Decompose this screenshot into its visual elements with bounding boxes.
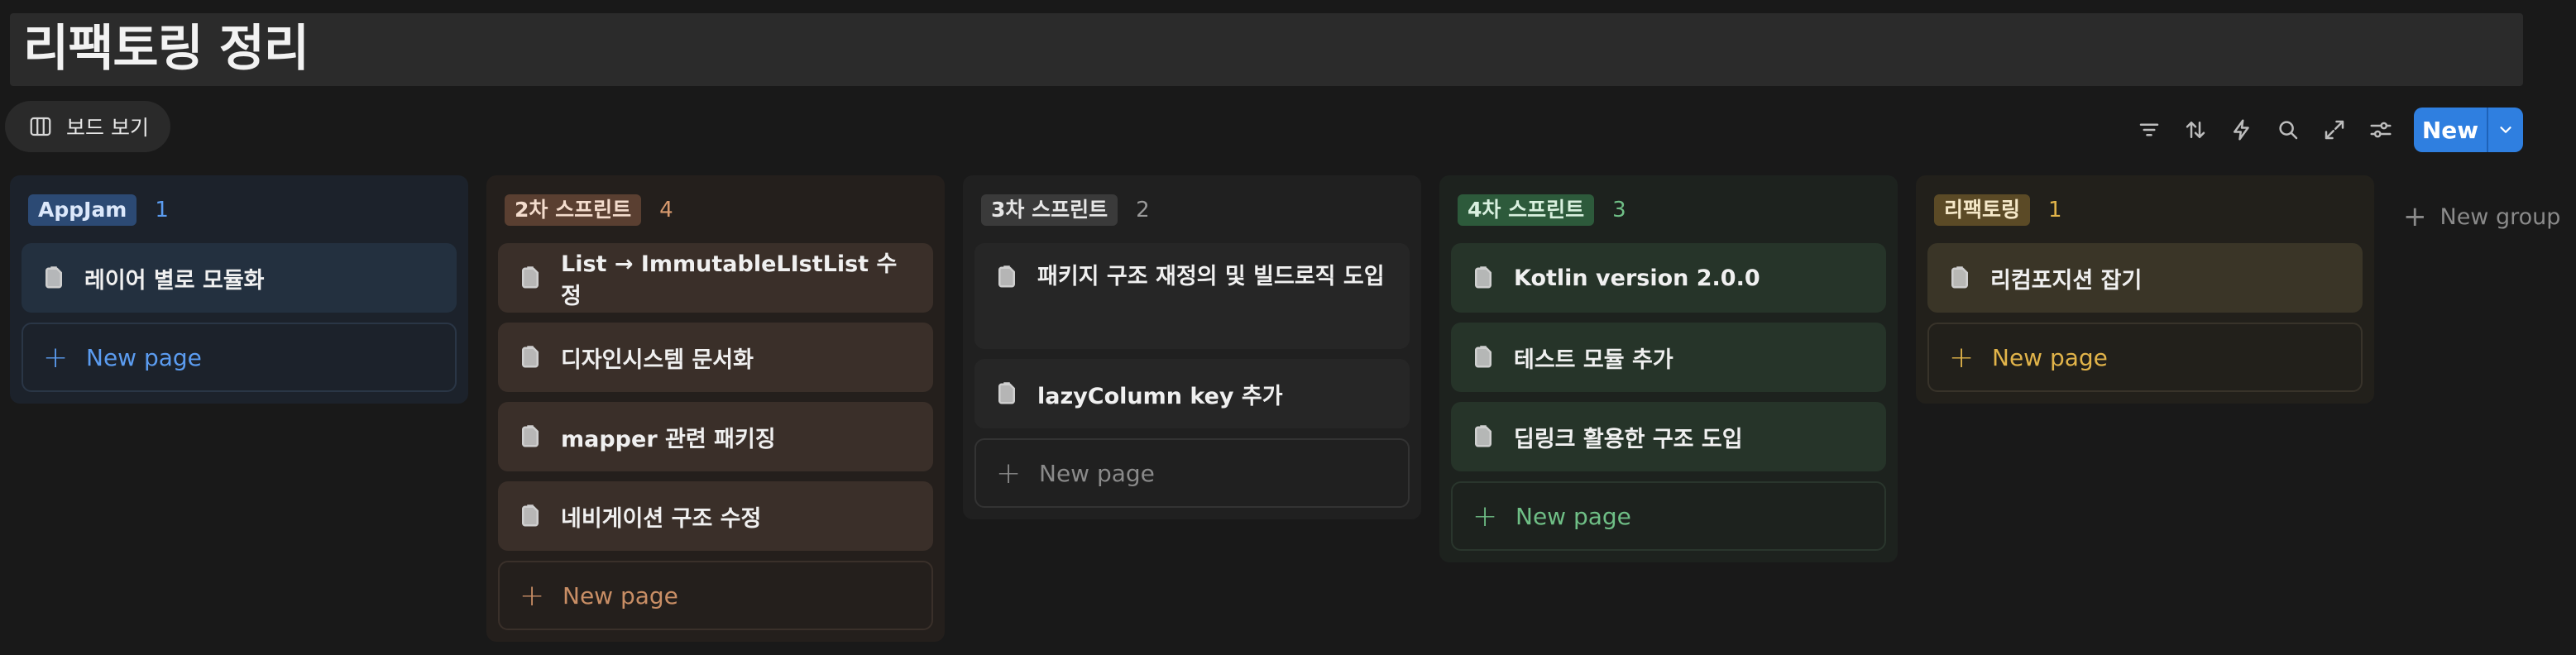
view-label: 보드 보기: [66, 116, 149, 140]
board-card[interactable]: Kotlin version 2.0.0: [1451, 243, 1886, 313]
new-page-label: New page: [1992, 343, 2108, 371]
new-page-button[interactable]: + New page: [498, 561, 933, 630]
column-count: 1: [155, 198, 169, 222]
board-card[interactable]: List → ImmutableLIstList 수정: [498, 243, 933, 313]
new-button[interactable]: New: [2414, 108, 2487, 152]
board-column: 4차 스프린트 3 Kotlin version 2.0.0 테스트 모듈 추가…: [1439, 175, 1898, 562]
plus-icon: +: [43, 340, 69, 375]
column-header[interactable]: 2차 스프린트 4: [498, 187, 933, 233]
card-title: 패키지 구조 재정의 및 빌드로직 도입: [1037, 264, 1385, 289]
new-page-label: New page: [86, 343, 202, 371]
card-title: Kotlin version 2.0.0: [1514, 265, 1760, 291]
column-header[interactable]: AppJam 1: [22, 187, 457, 233]
column-header[interactable]: 리팩토링 1: [1927, 187, 2363, 233]
automation-button[interactable]: [2219, 108, 2265, 152]
card-title: mapper 관련 패키징: [561, 426, 776, 452]
new-page-label: New page: [1515, 502, 1631, 530]
new-page-button[interactable]: + New page: [974, 438, 1410, 508]
page-icon: [998, 265, 1015, 288]
card-title: 테스트 모듈 추가: [1514, 347, 1673, 373]
board-card[interactable]: 디자인시스템 문서화: [498, 323, 933, 392]
column-tag: 2차 스프린트: [505, 194, 642, 226]
board-card[interactable]: 네비게이션 구조 수정: [498, 481, 933, 551]
board-column: AppJam 1 레이어 별로 모듈화 + New page: [10, 175, 468, 404]
page-icon: [522, 504, 539, 527]
search-button[interactable]: [2265, 108, 2311, 152]
new-dropdown-button[interactable]: [2488, 108, 2523, 152]
page-icon: [522, 266, 539, 289]
filter-button[interactable]: [2126, 108, 2172, 152]
new-page-button[interactable]: + New page: [1927, 323, 2363, 392]
board-column: 3차 스프린트 2 패키지 구조 재정의 및 빌드로직 도입 lazyColum…: [963, 175, 1421, 519]
card-title: 레이어 별로 모듈화: [84, 267, 265, 294]
column-tag: 3차 스프린트: [981, 194, 1118, 226]
card-title: 디자인시스템 문서화: [561, 347, 754, 373]
card-title: List → ImmutableLIstList 수정: [561, 251, 898, 309]
board-card[interactable]: 리컴포지션 잡기: [1927, 243, 2363, 313]
settings-button[interactable]: [2358, 108, 2404, 152]
board-card[interactable]: mapper 관련 패키징: [498, 402, 933, 471]
card-title: 딥링크 활용한 구조 도입: [1514, 426, 1743, 452]
column-tag: AppJam: [28, 194, 137, 226]
new-page-label: New page: [1039, 459, 1155, 487]
plus-icon: +: [996, 456, 1022, 490]
board-column: 2차 스프린트 4 List → ImmutableLIstList 수정 디자…: [486, 175, 945, 642]
page-icon: [1475, 425, 1491, 447]
board-card[interactable]: 딥링크 활용한 구조 도입: [1451, 402, 1886, 471]
new-button-group: New: [2414, 108, 2523, 152]
page-icon: [45, 266, 62, 289]
new-page-button[interactable]: + New page: [1451, 481, 1886, 551]
chevron-down-icon: [2500, 127, 2511, 133]
column-count: 3: [1612, 198, 1626, 222]
page-icon: [1951, 266, 1968, 289]
column-count: 2: [1136, 198, 1150, 222]
column-count: 1: [2048, 198, 2062, 222]
board-card[interactable]: 레이어 별로 모듈화: [22, 243, 457, 313]
expand-icon: [2325, 120, 2344, 140]
card-title: lazyColumn key 추가: [1037, 383, 1283, 409]
page-icon: [998, 382, 1015, 404]
page-icon: [1475, 346, 1491, 368]
board-icon: [30, 117, 51, 136]
board-column: 리팩토링 1 리컴포지션 잡기 + New page: [1916, 175, 2374, 404]
sort-button[interactable]: [2172, 108, 2219, 152]
card-title: 네비게이션 구조 수정: [561, 505, 762, 532]
new-page-button[interactable]: + New page: [22, 323, 457, 392]
plus-icon: +: [520, 578, 545, 613]
board-card[interactable]: 테스트 모듈 추가: [1451, 323, 1886, 392]
page-icon: [1475, 266, 1491, 289]
search-icon: [2279, 121, 2298, 140]
new-page-label: New page: [563, 581, 678, 610]
column-count: 4: [659, 198, 673, 222]
column-header[interactable]: 4차 스프린트 3: [1451, 187, 1886, 233]
expand-button[interactable]: [2311, 108, 2358, 152]
filter-icon: [2139, 123, 2159, 136]
page-icon: [522, 346, 539, 368]
sort-icon: [2186, 122, 2205, 138]
column-tag: 리팩토링: [1934, 194, 2031, 226]
title-bar[interactable]: 리팩토링 정리: [10, 13, 2523, 86]
toolbar: New: [2126, 108, 2523, 152]
column-tag: 4차 스프린트: [1458, 194, 1595, 226]
board-card[interactable]: 패키지 구조 재정의 및 빌드로직 도입: [974, 243, 1410, 349]
board-card[interactable]: lazyColumn key 추가: [974, 359, 1410, 428]
page-title[interactable]: 리팩토링 정리: [23, 22, 309, 76]
plus-icon: +: [1949, 340, 1975, 375]
plus-icon: +: [1472, 499, 1498, 533]
plus-icon: +: [2403, 200, 2427, 233]
new-group-label: New group: [2440, 203, 2561, 230]
page-icon: [522, 425, 539, 447]
automation-icon: [2234, 119, 2249, 141]
board-view-tab[interactable]: 보드 보기: [5, 101, 170, 152]
settings-icon: [2370, 122, 2392, 138]
column-header[interactable]: 3차 스프린트 2: [974, 187, 1410, 233]
new-group-button[interactable]: + New group: [2403, 200, 2560, 233]
card-title: 리컴포지션 잡기: [1990, 267, 2143, 294]
